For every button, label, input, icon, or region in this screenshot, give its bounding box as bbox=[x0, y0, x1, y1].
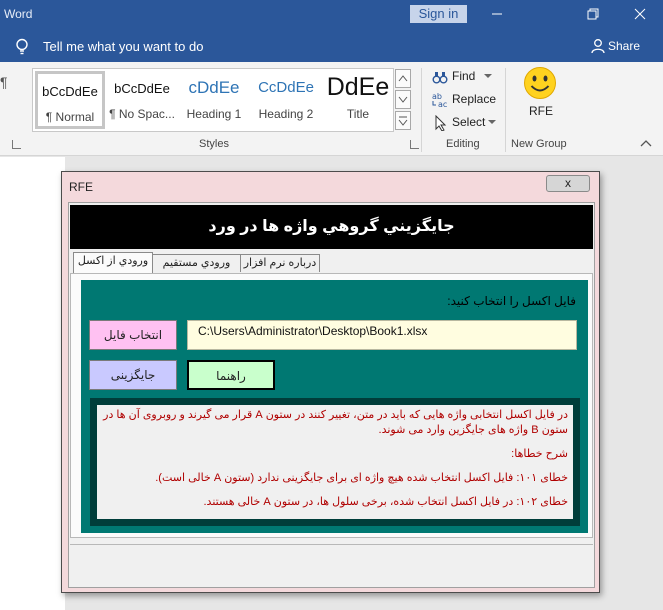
style-title[interactable]: DdEe Title bbox=[323, 71, 393, 129]
tab-excel-input[interactable]: ورودي از اكسل bbox=[73, 252, 153, 273]
style-name: Heading 2 bbox=[258, 107, 314, 121]
find-label: Find bbox=[452, 69, 476, 83]
title-bar: Word Sign in bbox=[0, 0, 663, 30]
help-button[interactable]: راهنما bbox=[187, 360, 275, 390]
share-button[interactable]: Share bbox=[608, 39, 640, 53]
replace-label: Replace bbox=[452, 92, 497, 106]
file-path-field[interactable]: C:\Users\Administrator\Desktop\Book1.xls… bbox=[187, 320, 577, 350]
style-name: Heading 1 bbox=[186, 107, 242, 121]
sign-in-button[interactable]: Sign in bbox=[410, 5, 467, 23]
style-sample: CcDdEe bbox=[258, 79, 314, 96]
style-sample: cDdEe bbox=[188, 78, 240, 97]
tab-about[interactable]: درباره نرم افزار bbox=[240, 254, 320, 272]
group-separator bbox=[505, 68, 506, 152]
select-file-prompt: فایل اکسل را انتخاب کنید: bbox=[447, 294, 576, 308]
replace-icon: ab ac bbox=[432, 92, 447, 108]
dialog-tabs: ورودي از اكسل ورودي مستقيم درباره نرم اف… bbox=[69, 252, 594, 274]
style-no-spacing[interactable]: bCcDdEe ¶ No Spac... bbox=[107, 71, 177, 129]
tell-me-input[interactable]: Tell me what you want to do bbox=[43, 39, 203, 54]
replace-all-button[interactable]: جایگزینی bbox=[89, 360, 177, 390]
help-intro: در فایل اکسل انتخابی واژه هایی که باید د… bbox=[103, 409, 568, 436]
style-heading-2[interactable]: CcDdEe Heading 2 bbox=[251, 71, 321, 129]
gallery-up-button[interactable] bbox=[395, 69, 411, 88]
dialog-close-button[interactable]: x bbox=[546, 175, 590, 192]
styles-group-label: Styles bbox=[199, 138, 229, 150]
gallery-more-button[interactable] bbox=[395, 111, 411, 130]
excel-input-panel: فایل اکسل را انتخاب کنید: C:\Users\Admin… bbox=[81, 280, 588, 533]
chevron-up-icon bbox=[398, 75, 408, 82]
dialog-launcher-icon[interactable] bbox=[12, 140, 21, 149]
style-sample: bCcDdEe bbox=[42, 84, 98, 99]
dialog-status-area bbox=[70, 544, 593, 584]
help-errors-title: شرح خطاها: bbox=[511, 448, 568, 460]
cursor-arrow-icon bbox=[435, 115, 447, 131]
new-group-label: New Group bbox=[511, 138, 567, 150]
dialog-title: RFE bbox=[69, 180, 93, 194]
style-name: Title bbox=[346, 107, 370, 121]
styles-gallery: bCcDdEe ¶ Normal bCcDdEe ¶ No Spac... cD… bbox=[32, 68, 394, 132]
rfe-button[interactable]: RFE bbox=[529, 104, 553, 118]
collapse-ribbon-icon[interactable] bbox=[640, 139, 652, 147]
lightbulb-icon bbox=[16, 38, 28, 55]
style-heading-1[interactable]: cDdEe Heading 1 bbox=[179, 71, 249, 129]
style-name: ¶ No Spac... bbox=[109, 107, 175, 121]
document-page[interactable] bbox=[0, 157, 65, 610]
style-name: ¶ Normal bbox=[45, 110, 95, 124]
close-icon[interactable] bbox=[629, 4, 651, 24]
style-sample: DdEe bbox=[326, 73, 390, 101]
gallery-expand-icon bbox=[398, 116, 408, 126]
tab-panel: فایل اکسل را انتخاب کنید: C:\Users\Admin… bbox=[70, 273, 593, 538]
help-box: در فایل اکسل انتخابی واژه هایی که باید د… bbox=[90, 398, 580, 526]
styles-dialog-launcher-icon[interactable] bbox=[410, 140, 419, 149]
group-separator bbox=[421, 68, 422, 152]
editing-group-label: Editing bbox=[446, 138, 480, 150]
dropdown-arrow-icon bbox=[488, 120, 496, 124]
help-text[interactable]: در فایل اکسل انتخابی واژه هایی که باید د… bbox=[97, 405, 573, 519]
select-label: Select bbox=[452, 115, 486, 129]
dropdown-arrow-icon bbox=[484, 74, 492, 78]
rfe-dialog: RFE x جايگزيني گروهي واژه ها در ورد ورود… bbox=[61, 171, 600, 593]
document-background bbox=[600, 157, 663, 610]
chevron-down-icon bbox=[398, 96, 408, 103]
svg-text:ac: ac bbox=[438, 100, 447, 108]
app-title: Word bbox=[4, 7, 33, 21]
smiley-face-icon[interactable] bbox=[523, 66, 557, 100]
minimize-icon[interactable] bbox=[486, 4, 508, 24]
gallery-down-button[interactable] bbox=[395, 90, 411, 109]
style-sample: bCcDdEe bbox=[114, 81, 170, 96]
dialog-client-area: جايگزيني گروهي واژه ها در ورد ورودي از ا… bbox=[68, 202, 595, 588]
share-person-icon[interactable] bbox=[590, 38, 606, 54]
help-error-102: خطای ۱۰۲: در فایل اکسل انتخاب شده، برخی … bbox=[203, 496, 568, 508]
help-error-101: خطای ۱۰۱: فایل اکسل انتخاب شده هیچ واژه … bbox=[155, 472, 568, 484]
gallery-scroll bbox=[395, 69, 411, 131]
binoculars-icon bbox=[432, 72, 448, 84]
ribbon: ¶ bCcDdEe ¶ Normal bCcDdEe ¶ No Spac... … bbox=[0, 62, 663, 156]
pilcrow-icon[interactable]: ¶ bbox=[0, 74, 8, 90]
tab-direct-input[interactable]: ورودي مستقيم bbox=[152, 254, 241, 272]
select-file-button[interactable]: انتخاب فایل bbox=[89, 320, 177, 350]
restore-icon[interactable] bbox=[582, 4, 604, 24]
dialog-banner: جايگزيني گروهي واژه ها در ورد bbox=[70, 205, 593, 249]
style-normal[interactable]: bCcDdEe ¶ Normal bbox=[35, 71, 105, 129]
tell-me-bar: Tell me what you want to do Share bbox=[0, 30, 663, 62]
